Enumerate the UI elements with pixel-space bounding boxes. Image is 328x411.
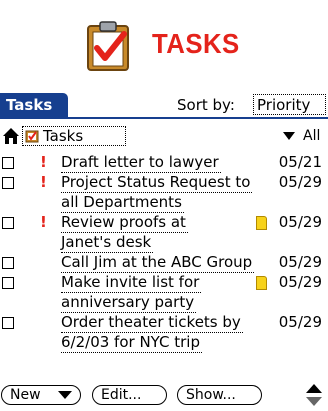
task-checkbox[interactable] — [2, 157, 14, 169]
page-title: TASKS — [152, 28, 240, 59]
due-date: 05/29 — [278, 173, 322, 191]
scroll-arrows-icon[interactable] — [304, 383, 324, 407]
new-button-label: New — [10, 387, 41, 403]
filter-label[interactable]: All — [303, 126, 320, 146]
chevron-down-icon — [58, 391, 72, 399]
list-item[interactable]: Order theater tickets by 05/29 — [0, 313, 328, 333]
due-date: 05/21 — [278, 153, 322, 171]
priority-flag: ! — [40, 173, 47, 191]
category-row: Tasks All — [0, 126, 328, 148]
title-bar: Tasks Sort by: Priority — [0, 93, 328, 119]
sort-label: Sort by: — [177, 96, 235, 114]
sort-by-selector[interactable]: Priority — [253, 94, 326, 115]
task-description[interactable]: Make invite list for — [61, 273, 202, 293]
list-item[interactable]: ! Draft letter to lawyer 05/21 — [0, 153, 328, 173]
due-date: 05/29 — [278, 213, 322, 231]
task-checkbox[interactable] — [2, 317, 14, 329]
due-date: 05/29 — [278, 273, 322, 291]
task-checkbox[interactable] — [2, 277, 14, 289]
list-item-continuation[interactable]: Janet's desk — [0, 233, 328, 253]
priority-flag: ! — [40, 213, 47, 231]
due-date: 05/29 — [278, 313, 322, 331]
category-picker[interactable]: Tasks — [22, 126, 126, 146]
chevron-down-icon[interactable] — [283, 132, 295, 140]
tasks-clipboard-icon — [87, 21, 129, 71]
task-description[interactable]: 6/2/03 for NYC trip — [61, 333, 202, 353]
new-button[interactable]: New — [1, 385, 81, 405]
list-item-continuation[interactable]: 6/2/03 for NYC trip — [0, 333, 328, 353]
task-description[interactable]: Draft letter to lawyer — [61, 153, 221, 173]
list-item-continuation[interactable]: all Departments — [0, 193, 328, 213]
edit-button[interactable]: Edit... — [92, 385, 167, 405]
note-icon[interactable] — [256, 276, 267, 290]
due-date: 05/29 — [278, 253, 322, 271]
list-item[interactable]: ! Project Status Request to 05/29 — [0, 173, 328, 193]
task-description[interactable]: Project Status Request to — [61, 173, 253, 193]
task-checkbox[interactable] — [2, 177, 14, 189]
list-item-continuation[interactable]: anniversary party — [0, 293, 328, 313]
button-bar: New Edit... Show... — [0, 383, 328, 411]
task-description[interactable]: Order theater tickets by — [61, 313, 243, 333]
priority-flag: ! — [40, 153, 47, 171]
show-button[interactable]: Show... — [177, 385, 262, 405]
list-item[interactable]: Make invite list for 05/29 — [0, 273, 328, 293]
task-description[interactable]: Call Jim at the ABC Group — [61, 253, 255, 273]
tasks-category-icon — [25, 130, 39, 143]
task-description[interactable]: all Departments — [61, 193, 184, 213]
task-checkbox[interactable] — [2, 217, 14, 229]
task-description[interactable]: anniversary party — [61, 293, 197, 313]
app-title: Tasks — [0, 93, 68, 117]
home-icon[interactable] — [2, 127, 20, 145]
task-description[interactable]: Review proofs at — [61, 213, 188, 233]
list-item[interactable]: ! Review proofs at 05/29 — [0, 213, 328, 233]
task-checkbox[interactable] — [2, 257, 14, 269]
list-item[interactable]: Call Jim at the ABC Group 05/29 — [0, 253, 328, 273]
note-icon[interactable] — [256, 216, 267, 230]
category-label: Tasks — [43, 127, 84, 145]
tasks-app: Tasks Sort by: Priority Tasks All ! Draf… — [0, 93, 328, 411]
task-description[interactable]: Janet's desk — [61, 233, 154, 253]
